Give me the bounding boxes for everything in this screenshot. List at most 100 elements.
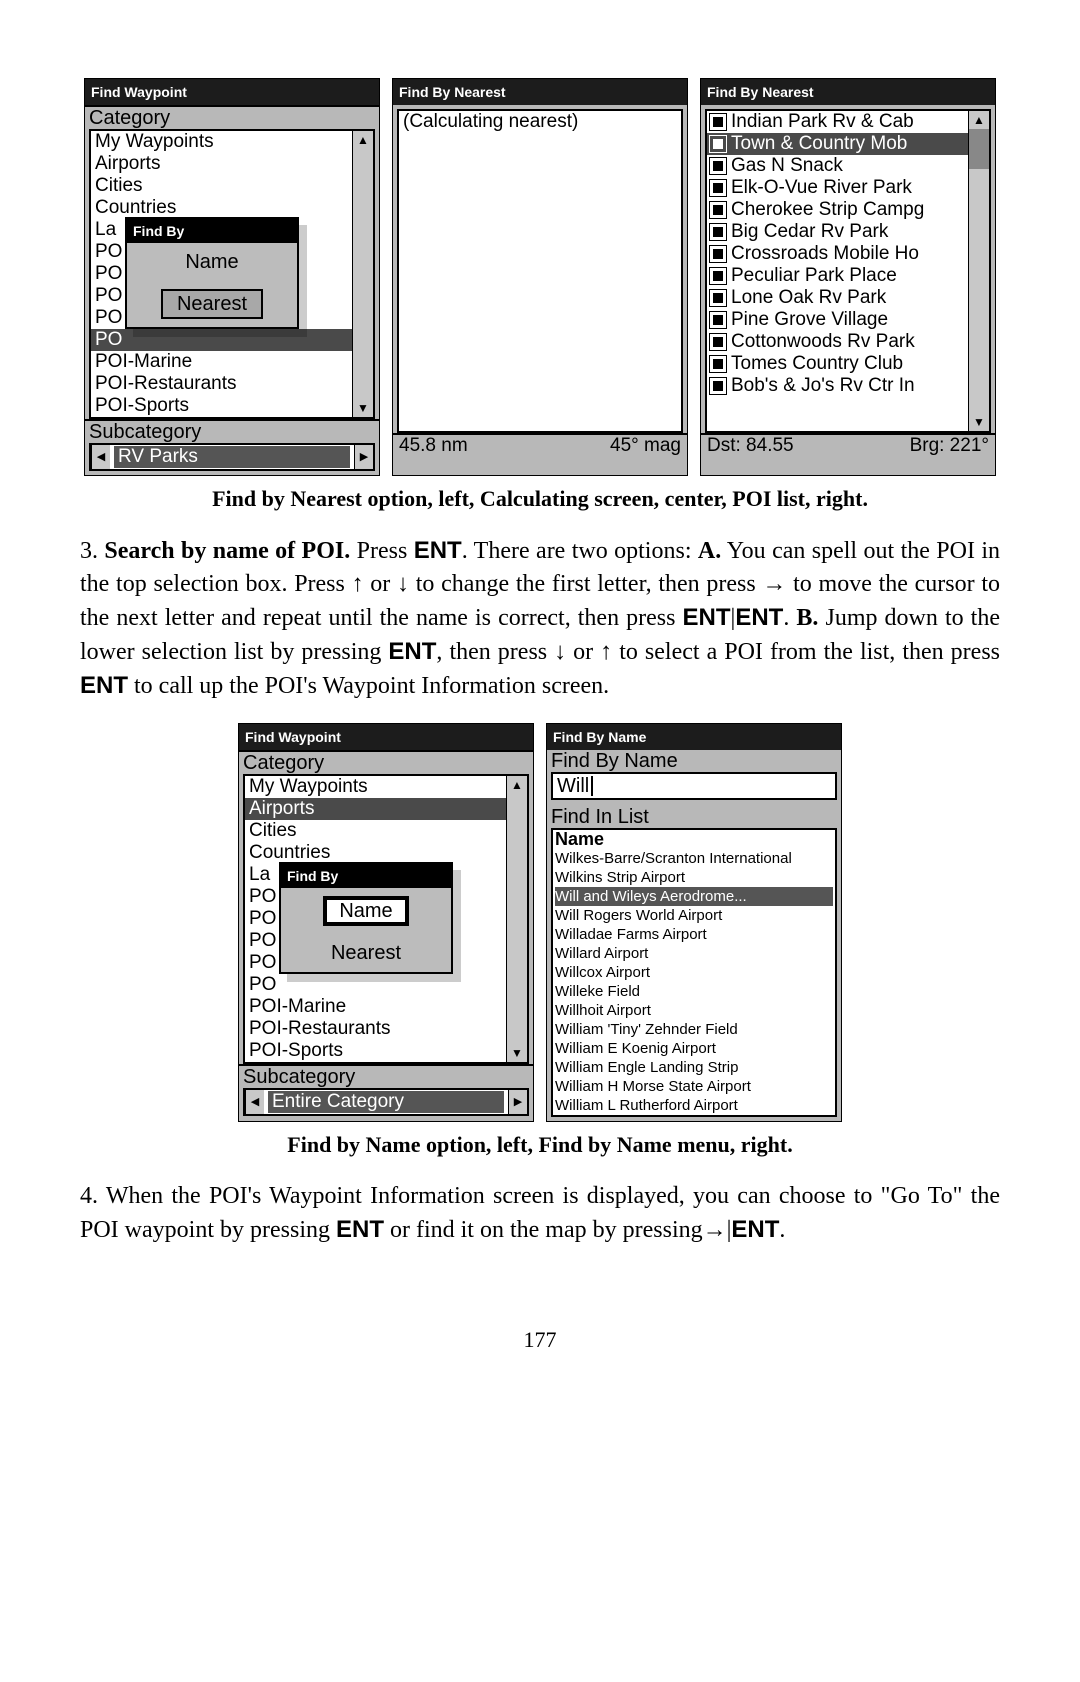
calculating-text: (Calculating nearest): [399, 111, 681, 133]
poi-icon: [709, 179, 727, 197]
poi-result-list[interactable]: Indian Park Rv & Cab Town & Country Mob …: [705, 109, 991, 433]
poi-icon: [709, 311, 727, 329]
name-item[interactable]: William 'Tiny' Zehnder Field: [555, 1020, 833, 1039]
name-item[interactable]: Will Rogers World Airport: [555, 906, 833, 925]
find-waypoint-panel: Find Waypoint Category My Waypoints Airp…: [84, 78, 380, 476]
subcategory-value: Entire Category: [268, 1091, 504, 1113]
left-arrow-icon[interactable]: ◀: [91, 445, 110, 469]
name-item[interactable]: William E Koenig Airport: [555, 1039, 833, 1058]
name-item[interactable]: Wilkins Strip Airport: [555, 868, 833, 887]
poi-item[interactable]: Town & Country Mob: [707, 133, 969, 155]
poi-icon: [709, 223, 727, 241]
scroll-thumb[interactable]: [969, 129, 989, 169]
poi-item[interactable]: Bob's & Jo's Rv Ctr In: [707, 375, 969, 397]
scrollbar[interactable]: ▲ ▼: [968, 111, 989, 431]
right-arrow-icon[interactable]: ▶: [354, 445, 373, 469]
figure2-caption: Find by Name option, left, Find by Name …: [80, 1132, 1000, 1158]
name-option[interactable]: Name: [281, 888, 451, 934]
list-item[interactable]: POI-Sports: [245, 1040, 527, 1062]
poi-item[interactable]: Tomes Country Club: [707, 353, 969, 375]
list-item[interactable]: POI-Sports: [91, 395, 373, 417]
poi-item[interactable]: Peculiar Park Place: [707, 265, 969, 287]
list-item[interactable]: Countries: [245, 842, 527, 864]
step-3-paragraph: 3. Search by name of POI. Press ENT. The…: [80, 534, 1000, 703]
scroll-down-icon[interactable]: ▼: [353, 399, 373, 417]
poi-icon: [709, 245, 727, 263]
name-input[interactable]: Will: [551, 772, 837, 800]
list-item[interactable]: Cities: [245, 820, 527, 842]
scroll-down-icon[interactable]: ▼: [969, 413, 989, 431]
list-item[interactable]: My Waypoints: [245, 776, 527, 798]
find-by-popup: Find By Name Nearest: [279, 862, 453, 974]
distance-value: 45.8 nm: [399, 435, 468, 457]
name-header: Name: [555, 830, 833, 849]
list-item[interactable]: Airports: [91, 153, 373, 175]
poi-item[interactable]: Elk-O-Vue River Park: [707, 177, 969, 199]
name-option[interactable]: Name: [127, 243, 297, 281]
scroll-up-icon[interactable]: ▲: [353, 131, 373, 149]
poi-item[interactable]: Crossroads Mobile Ho: [707, 243, 969, 265]
subcategory-value: RV Parks: [114, 446, 350, 468]
nearest-option[interactable]: Nearest: [127, 281, 297, 327]
list-item[interactable]: POI-Marine: [91, 351, 373, 373]
name-item[interactable]: Willhoit Airport: [555, 1001, 833, 1020]
list-item[interactable]: PO: [245, 974, 527, 996]
right-arrow-icon[interactable]: ▶: [508, 1090, 527, 1114]
list-item[interactable]: POI-Restaurants: [91, 373, 373, 395]
subcategory-select[interactable]: ◀ Entire Category ▶: [243, 1088, 529, 1116]
name-result-list[interactable]: Name Wilkes-Barre/Scranton International…: [551, 828, 837, 1117]
poi-item[interactable]: Lone Oak Rv Park: [707, 287, 969, 309]
scroll-up-icon[interactable]: ▲: [969, 111, 989, 129]
list-item[interactable]: Airports: [245, 798, 527, 820]
nearest-option[interactable]: Nearest: [281, 934, 451, 972]
name-item[interactable]: William L Rutherford Airport: [555, 1096, 833, 1115]
name-item[interactable]: William Engle Landing Strip: [555, 1058, 833, 1077]
name-item[interactable]: Willcox Airport: [555, 963, 833, 982]
poi-item[interactable]: Indian Park Rv & Cab: [707, 111, 969, 133]
popup-title: Find By: [281, 864, 451, 888]
scrollbar[interactable]: ▲ ▼: [352, 131, 373, 417]
name-item[interactable]: Willadae Farms Airport: [555, 925, 833, 944]
list-item[interactable]: POI-Restaurants: [245, 1018, 527, 1040]
left-arrow-icon[interactable]: ◀: [245, 1090, 264, 1114]
subcategory-select[interactable]: ◀ RV Parks ▶: [89, 443, 375, 471]
poi-icon: [709, 157, 727, 175]
scroll-down-icon[interactable]: ▼: [507, 1044, 527, 1062]
poi-item[interactable]: Cherokee Strip Campg: [707, 199, 969, 221]
popup-title: Find By: [127, 219, 297, 243]
poi-item[interactable]: Big Cedar Rv Park: [707, 221, 969, 243]
window-title: Find Waypoint: [239, 724, 533, 750]
subcategory-label: Subcategory: [85, 419, 379, 443]
list-item[interactable]: My Waypoints: [91, 131, 373, 153]
poi-icon: [709, 267, 727, 285]
list-item[interactable]: PO: [91, 329, 373, 351]
distance-value: Dst: 84.55: [707, 435, 794, 457]
scroll-up-icon[interactable]: ▲: [507, 776, 527, 794]
subcategory-label: Subcategory: [239, 1064, 533, 1088]
category-label: Category: [85, 105, 379, 129]
name-item[interactable]: Willeke Field: [555, 982, 833, 1001]
calc-box: (Calculating nearest): [397, 109, 683, 433]
category-list[interactable]: My Waypoints Airports Cities Countries L…: [89, 129, 375, 419]
scrollbar[interactable]: ▲ ▼: [506, 776, 527, 1062]
status-bar: 45.8 nm 45° mag: [393, 433, 687, 457]
status-bar: Dst: 84.55 Brg: 221°: [701, 433, 995, 457]
figure1-row: Find Waypoint Category My Waypoints Airp…: [80, 78, 1000, 476]
poi-item[interactable]: Gas N Snack: [707, 155, 969, 177]
poi-icon: [709, 135, 727, 153]
poi-item[interactable]: Cottonwoods Rv Park: [707, 331, 969, 353]
name-item[interactable]: Will and Wileys Aerodrome...: [555, 887, 833, 906]
name-item[interactable]: Wilkes-Barre/Scranton International: [555, 849, 833, 868]
poi-icon: [709, 355, 727, 373]
poi-icon: [709, 201, 727, 219]
list-item[interactable]: Cities: [91, 175, 373, 197]
poi-item[interactable]: Pine Grove Village: [707, 309, 969, 331]
name-item[interactable]: William H Morse State Airport: [555, 1077, 833, 1096]
find-by-name-panel: Find By Name Find By Name Will Find In L…: [546, 723, 842, 1122]
list-item[interactable]: Countries: [91, 197, 373, 219]
find-by-name-label: Find By Name: [547, 750, 841, 772]
poi-icon: [709, 377, 727, 395]
list-item[interactable]: POI-Marine: [245, 996, 527, 1018]
name-item[interactable]: Willard Airport: [555, 944, 833, 963]
category-list[interactable]: My Waypoints Airports Cities Countries L…: [243, 774, 529, 1064]
